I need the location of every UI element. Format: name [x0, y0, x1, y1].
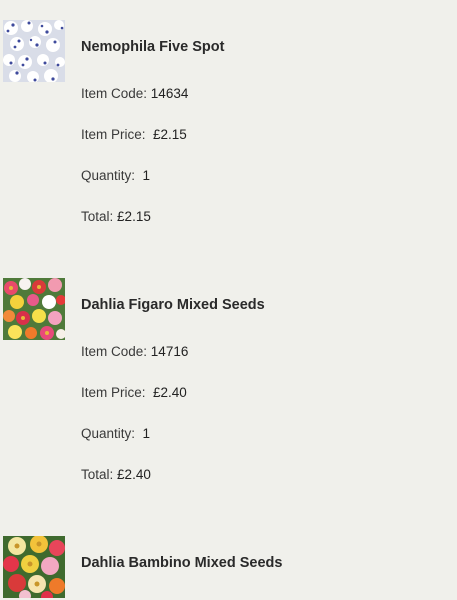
product-name[interactable]: Dahlia Figaro Mixed Seeds: [81, 297, 265, 313]
product-name[interactable]: Dahlia Bambino Mixed Seeds: [81, 555, 282, 571]
item-code-row: Item Code: 14634: [81, 86, 188, 101]
product-image[interactable]: [3, 20, 65, 82]
quantity-row: Quantity: 1: [81, 426, 150, 441]
item-price-row: Item Price: £2.40: [81, 385, 187, 400]
item-price-value: £2.40: [153, 385, 187, 400]
total-value: £2.40: [117, 467, 151, 482]
product-image[interactable]: [3, 536, 65, 598]
item-code-label: Item Code:: [81, 86, 148, 101]
quantity-label: Quantity:: [81, 426, 136, 441]
item-code-row: Item Code: 14716: [81, 344, 188, 359]
item-price-row: Item Price: £2.15: [81, 127, 187, 142]
product-name[interactable]: Nemophila Five Spot: [81, 39, 224, 55]
quantity-row: Quantity: 1: [81, 168, 150, 183]
total-label: Total:: [81, 467, 114, 482]
item-price-label: Item Price:: [81, 127, 146, 142]
item-code-value: 14716: [150, 344, 189, 359]
item-code-value: 14634: [150, 86, 189, 101]
item-price-label: Item Price:: [81, 385, 146, 400]
quantity-label: Quantity:: [81, 168, 136, 183]
item-code-label: Item Code:: [81, 344, 148, 359]
total-row: Total: £2.15: [81, 209, 151, 224]
total-label: Total:: [81, 209, 114, 224]
total-value: £2.15: [117, 209, 151, 224]
item-price-value: £2.15: [153, 127, 187, 142]
quantity-value: 1: [142, 426, 151, 441]
quantity-value: 1: [142, 168, 151, 183]
total-row: Total: £2.40: [81, 467, 151, 482]
product-image[interactable]: [3, 278, 65, 340]
